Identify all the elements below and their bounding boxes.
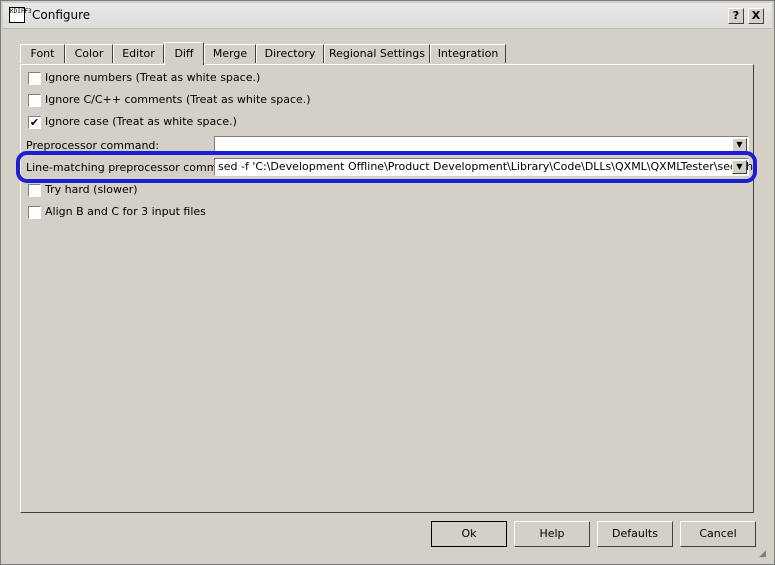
tab-integration[interactable]: Integration — [430, 44, 506, 63]
tab-directory[interactable]: Directory — [256, 44, 324, 63]
ignore-case-label: Ignore case (Treat as white space.) — [45, 115, 237, 128]
line-matching-command-label: Line-matching preprocessor command: — [26, 161, 242, 174]
configure-dialog: KDIFF3 Configure ? X Font Color Editor D… — [0, 0, 775, 565]
tab-font[interactable]: Font — [20, 44, 65, 63]
tab-color[interactable]: Color — [65, 44, 113, 63]
ignore-numbers-checkbox[interactable] — [28, 72, 41, 85]
ignore-numbers-label: Ignore numbers (Treat as white space.) — [45, 71, 261, 84]
checkmark-icon: ✔ — [29, 116, 40, 129]
tab-regional-settings[interactable]: Regional Settings — [324, 44, 430, 63]
tab-diff[interactable]: Diff — [164, 42, 204, 65]
preprocessor-command-label: Preprocessor command: — [26, 139, 160, 152]
preprocessor-command-combo[interactable]: ▼ — [214, 136, 749, 154]
align-bc-checkbox[interactable] — [28, 206, 41, 219]
tab-merge[interactable]: Merge — [204, 44, 256, 63]
try-hard-checkbox[interactable] — [28, 184, 41, 197]
tab-editor[interactable]: Editor — [113, 44, 164, 63]
line-matching-dropdown-button[interactable]: ▼ — [732, 160, 747, 174]
align-bc-label: Align B and C for 3 input files — [45, 205, 206, 218]
cancel-button[interactable]: Cancel — [680, 521, 756, 547]
ignore-case-checkbox[interactable]: ✔ — [28, 116, 41, 129]
ignore-comments-checkbox[interactable] — [28, 94, 41, 107]
window-title: Configure — [32, 8, 91, 22]
try-hard-label: Try hard (slower) — [45, 183, 138, 196]
line-matching-command-value[interactable]: sed -f 'C:\Development Offline\Product D… — [218, 160, 756, 173]
help-button[interactable]: Help — [514, 521, 590, 547]
line-matching-command-combo[interactable]: sed -f 'C:\Development Offline\Product D… — [214, 158, 756, 176]
kdiff3-app-icon: KDIFF3 — [9, 7, 32, 23]
help-title-button[interactable]: ? — [728, 8, 744, 24]
ignore-comments-label: Ignore C/C++ comments (Treat as white sp… — [45, 93, 311, 106]
preprocessor-dropdown-button[interactable]: ▼ — [732, 138, 747, 152]
title-bar[interactable]: KDIFF3 Configure ? X — [3, 3, 772, 29]
chevron-down-icon: ▼ — [736, 162, 743, 171]
defaults-button[interactable]: Defaults — [597, 521, 673, 547]
close-title-button[interactable]: X — [748, 8, 764, 24]
chevron-down-icon: ▼ — [736, 140, 743, 149]
diff-settings-panel — [20, 64, 754, 513]
resize-grip-icon[interactable]: ◢ — [759, 549, 771, 561]
ok-button[interactable]: Ok — [431, 521, 507, 547]
